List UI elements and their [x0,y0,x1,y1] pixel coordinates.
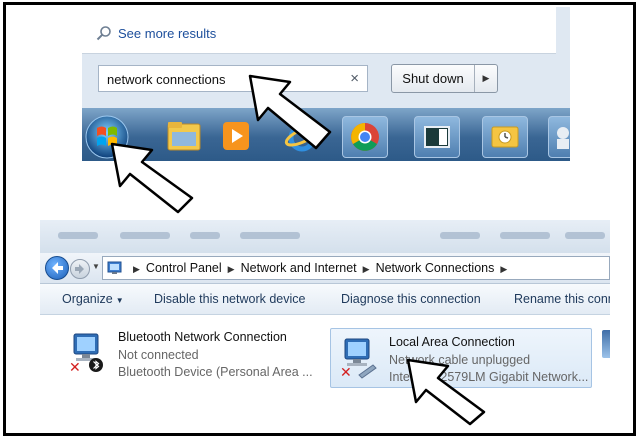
connection-name: Local Area Connection [389,335,515,349]
organize-label: Organize [62,292,113,306]
recent-pages-dropdown-icon[interactable]: ▼ [92,262,100,271]
app-taskbar-button[interactable] [414,116,460,158]
breadcrumb-network-and-internet[interactable]: Network and Internet [241,261,357,275]
breadcrumb-network-connections[interactable]: Network Connections [376,261,495,275]
see-more-results-link[interactable]: See more results [96,25,216,41]
back-arrow-icon [52,262,63,274]
connection-status: Not connected [118,348,199,362]
breadcrumb-separator-icon[interactable]: ▶ [500,264,507,274]
back-button[interactable] [45,256,69,280]
rename-connection-button[interactable]: Rename this conn [514,292,610,306]
partial-taskbar-button[interactable] [548,116,570,158]
blurred-background-toolbar [40,220,610,253]
search-input-value: network connections [107,72,226,87]
forward-arrow-icon [75,264,84,274]
breadcrumb: ▶ Control Panel ▶ Network and Internet ▶ Netw… [127,261,513,275]
start-button-pointer-arrow-icon [110,142,194,214]
network-adapter-icon: ✕ [340,338,377,379]
command-bar: Organize ▼ Disable this network device Di… [40,284,610,315]
chrome-icon [351,123,379,151]
organize-dropdown-icon: ▼ [115,296,124,305]
chrome-taskbar-button[interactable] [342,116,388,158]
connection-name: Bluetooth Network Connection [118,330,287,344]
network-adapter-icon: ✕ [69,333,103,374]
partial-icon [557,127,569,149]
ethernet-cable-icon [358,364,377,379]
outlook-taskbar-button[interactable] [482,116,528,158]
disconnected-x-icon: ✕ [69,360,81,374]
address-bar[interactable]: ▶ Control Panel ▶ Network and Internet ▶ Netw… [102,256,610,280]
search-results-area: See more results [82,7,556,54]
network-connections-screenshot: ▼ ▶ Control Panel ▶ Network and Internet ▶ Ne… [40,220,610,397]
search-icon [96,26,111,41]
shutdown-button[interactable]: Shut down [392,65,475,92]
breadcrumb-separator-icon[interactable]: ▶ [228,264,235,274]
search-box-pointer-arrow-icon [248,74,332,150]
shutdown-button-group: Shut down ▶ [391,64,498,93]
outlook-icon [491,126,519,148]
bluetooth-connection-item[interactable]: ✕ Bluetooth Network Connection Not conne… [60,324,322,384]
see-more-results-label: See more results [118,25,217,41]
local-area-connection-pointer-arrow-icon [406,358,486,426]
navigation-bar: ▼ ▶ Control Panel ▶ Network and Internet ▶ Ne… [40,253,610,284]
breadcrumb-separator-icon[interactable]: ▶ [133,264,140,274]
shutdown-options-arrow-icon[interactable]: ▶ [475,65,497,92]
app-window-icon [424,126,450,148]
partial-adapter-icon[interactable] [602,330,610,358]
breadcrumb-control-panel[interactable]: Control Panel [146,261,222,275]
control-panel-icon [107,261,122,274]
clear-icon[interactable]: × [350,70,359,87]
connection-device: Bluetooth Device (Personal Area ... [118,365,313,379]
disconnected-x-icon: ✕ [340,365,352,379]
disable-network-device-button[interactable]: Disable this network device [154,292,305,306]
diagnose-connection-button[interactable]: Diagnose this connection [341,292,481,306]
organize-button[interactable]: Organize ▼ [62,292,124,306]
forward-button[interactable] [70,259,90,279]
breadcrumb-separator-icon[interactable]: ▶ [363,264,370,274]
